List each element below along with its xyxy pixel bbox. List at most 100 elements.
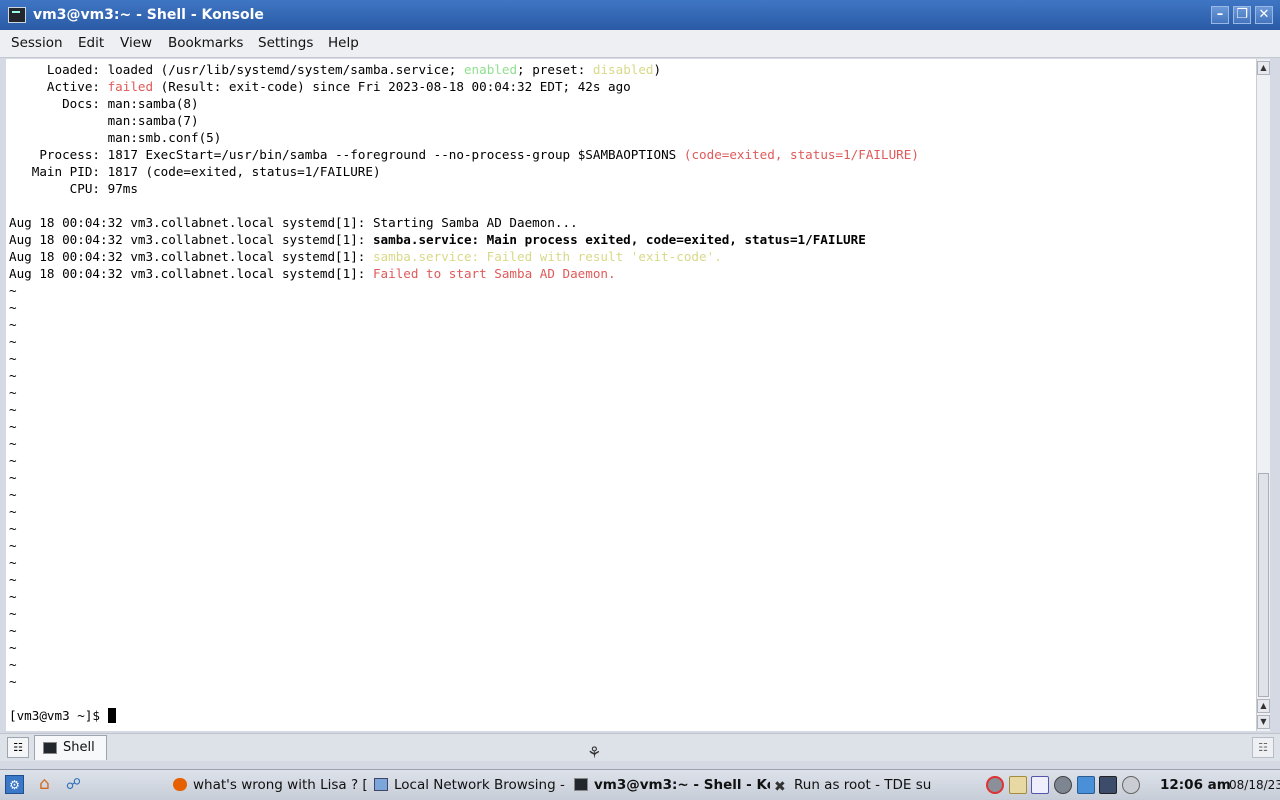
minimize-icon[interactable]: – <box>1211 6 1229 24</box>
log-line: Aug 18 00:04:32 vm3.collabnet.local syst… <box>9 214 578 231</box>
window-title: vm3@vm3:~ - Shell - Konsole <box>33 7 264 23</box>
log-prefix: Aug 18 00:04:32 vm3.collabnet.local syst… <box>9 215 373 230</box>
firefox-icon <box>173 778 187 791</box>
status-value: man:samba(8) <box>107 96 199 111</box>
menu-session[interactable]: Session <box>11 35 63 51</box>
klipper-icon[interactable] <box>1009 776 1027 794</box>
status-line-docs-3: man:smb.conf(5) <box>9 129 222 146</box>
tilde-line: ~ <box>9 555 17 570</box>
tilde-line: ~ <box>9 300 17 315</box>
network-folder-icon <box>374 778 388 791</box>
preset-status: disabled <box>592 62 654 77</box>
status-value: ; preset: <box>517 62 593 77</box>
arrow-up-icon[interactable]: ▲ <box>1257 61 1270 75</box>
terminal-icon[interactable] <box>8 7 26 23</box>
tilde-line: ~ <box>9 674 17 689</box>
status-value: ) <box>653 62 662 77</box>
home-icon[interactable]: ⌂ <box>35 775 54 794</box>
menu-view[interactable]: View <box>120 35 152 51</box>
enabled-status: enabled <box>463 62 518 77</box>
status-value: man:smb.conf(5) <box>107 130 222 145</box>
menu-bar: Session Edit View Bookmarks Settings Hel… <box>0 30 1280 58</box>
tilde-line: ~ <box>9 487 17 502</box>
task-firefox[interactable]: what's wrong with Lisa ? [s <box>173 773 368 798</box>
terminal-icon <box>43 742 57 754</box>
tilde-line: ~ <box>9 436 17 451</box>
tilde-line: ~ <box>9 470 17 485</box>
tilde-line: ~ <box>9 606 17 621</box>
tilde-line: ~ <box>9 453 17 468</box>
x-icon: ✖ <box>774 779 786 795</box>
tilde-line: ~ <box>9 640 17 655</box>
update-icon[interactable] <box>1077 776 1095 794</box>
status-value: (Result: exit-code) since Fri 2023-08-18… <box>153 79 631 94</box>
status-label: Process: <box>39 147 101 162</box>
text-cursor <box>107 708 116 723</box>
network-disconnected-icon[interactable] <box>986 776 1004 794</box>
arrow-down-icon[interactable]: ▼ <box>1257 715 1270 729</box>
arrow-up-icon[interactable]: ▲ <box>1257 699 1270 713</box>
status-label <box>9 62 47 77</box>
tilde-line: ~ <box>9 334 17 349</box>
status-value: 97ms <box>107 181 138 196</box>
shell-prompt: [vm3@vm3 ~]$ <box>9 708 108 723</box>
tilde-line: ~ <box>9 572 17 587</box>
terminal-output[interactable]: Loaded: loaded (/usr/lib/systemd/system/… <box>6 59 1256 731</box>
clock[interactable]: 12:06 am <box>1160 777 1231 793</box>
close-tab-icon[interactable]: ☷ <box>1252 737 1274 758</box>
date[interactable]: 08/18/23 <box>1229 778 1280 792</box>
status-value: 1817 ExecStart=/usr/bin/samba --foregrou… <box>107 147 684 162</box>
status-label: Active: <box>46 79 100 94</box>
task-run-as-root[interactable]: ✖ Run as root - TDE su <box>774 773 934 798</box>
failed-status: failed <box>107 79 154 94</box>
menu-help[interactable]: Help <box>328 35 359 51</box>
close-icon[interactable]: ✕ <box>1255 6 1273 24</box>
status-label: Loaded: <box>46 62 100 77</box>
tilde-line: ~ <box>9 385 17 400</box>
log-line: Aug 18 00:04:32 vm3.collabnet.local syst… <box>9 231 866 248</box>
volume-icon[interactable] <box>1054 776 1072 794</box>
status-value: man:samba(7) <box>107 113 199 128</box>
printer-icon[interactable] <box>1031 776 1049 794</box>
menu-edit[interactable]: Edit <box>78 35 104 51</box>
terminal-icon <box>574 778 588 791</box>
status-label: Docs: <box>62 96 100 111</box>
tilde-line: ~ <box>9 368 17 383</box>
maximize-icon[interactable]: ❐ <box>1233 6 1251 24</box>
tilde-line: ~ <box>9 402 17 417</box>
window-titlebar[interactable]: vm3@vm3:~ - Shell - Konsole – ❐ ✕ <box>0 0 1280 30</box>
security-icon[interactable] <box>1122 776 1140 794</box>
network-icon[interactable]: ☍ <box>64 775 83 794</box>
log-prefix: Aug 18 00:04:32 vm3.collabnet.local syst… <box>9 249 373 264</box>
task-konsole[interactable]: vm3@vm3:~ - Shell - Ko <box>574 773 770 798</box>
shell-prompt-line[interactable]: [vm3@vm3 ~]$ <box>9 707 116 724</box>
tilde-line: ~ <box>9 623 17 638</box>
status-value: 1817 (code=exited, status=1/FAILURE) <box>107 164 381 179</box>
menu-settings[interactable]: Settings <box>258 35 313 51</box>
log-message: samba.service: Failed with result 'exit-… <box>372 249 722 264</box>
status-line-cpu: CPU: 97ms <box>9 180 138 197</box>
tilde-line: ~ <box>9 589 17 604</box>
task-network-browsing[interactable]: Local Network Browsing - <box>374 773 566 798</box>
display-icon[interactable] <box>1099 776 1117 794</box>
log-prefix: Aug 18 00:04:32 vm3.collabnet.local syst… <box>9 232 373 247</box>
tab-shell[interactable]: Shell <box>34 735 107 760</box>
tde-menu-icon[interactable]: ⚙ <box>5 775 24 794</box>
status-value: loaded (/usr/lib/systemd/system/samba.se… <box>107 62 464 77</box>
tilde-line: ~ <box>9 317 17 332</box>
scrollbar-thumb[interactable] <box>1258 473 1269 697</box>
log-line: Aug 18 00:04:32 vm3.collabnet.local syst… <box>9 265 616 282</box>
new-tab-icon[interactable]: ☷ <box>7 737 29 758</box>
status-line-docs: Docs: man:samba(8) <box>9 95 199 112</box>
tilde-line: ~ <box>9 351 17 366</box>
menu-bookmarks[interactable]: Bookmarks <box>168 35 243 51</box>
status-label: Main PID: <box>31 164 100 179</box>
process-failure: (code=exited, status=1/FAILURE) <box>683 147 919 162</box>
log-prefix: Aug 18 00:04:32 vm3.collabnet.local syst… <box>9 266 373 281</box>
status-line-docs-2: man:samba(7) <box>9 112 199 129</box>
status-line-process: Process: 1817 ExecStart=/usr/bin/samba -… <box>9 146 919 163</box>
status-line-active: Active: failed (Result: exit-code) since… <box>9 78 631 95</box>
log-line: Aug 18 00:04:32 vm3.collabnet.local syst… <box>9 248 722 265</box>
terminal-scrollbar[interactable]: ▲ ▲ ▼ <box>1256 59 1270 731</box>
status-label: CPU: <box>69 181 101 196</box>
